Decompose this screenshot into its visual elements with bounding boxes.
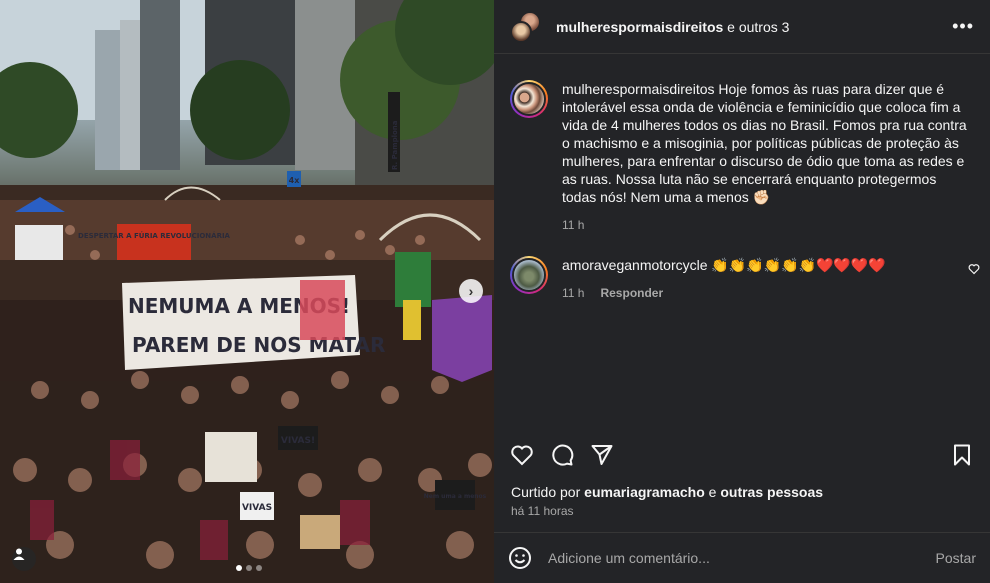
post-header: mulherespormaisdireitos e outros 3 ••• xyxy=(494,0,990,54)
comment-like-button[interactable] xyxy=(968,262,980,280)
post-comment-button[interactable]: Postar xyxy=(936,550,976,566)
send-icon xyxy=(591,445,613,465)
comments-section: mulherespormaisdireitos Hoje fomos às ru… xyxy=(494,66,990,432)
street-sign: R. Pamplona xyxy=(391,120,399,170)
liked-by-text: Curtido por eumariagramacho e outras pes… xyxy=(511,484,823,500)
likes-user[interactable]: eumariagramacho xyxy=(584,484,705,500)
emoji-icon xyxy=(509,547,531,569)
comment-button[interactable] xyxy=(550,443,574,467)
banner-line-2: PAREM DE NOS MATAR xyxy=(132,333,385,357)
carousel-dot xyxy=(236,565,242,571)
comment-body: amoraveganmotorcycle 👏👏👏👏👏👏❤️❤️❤️❤️ 11 h… xyxy=(562,256,974,302)
likes-others[interactable]: outras pessoas xyxy=(720,484,823,500)
avatar xyxy=(512,82,546,116)
collab-avatars[interactable] xyxy=(510,10,542,43)
likes-middle: e xyxy=(704,484,721,500)
reply-button[interactable]: Responder xyxy=(600,284,663,302)
avatar xyxy=(510,20,532,43)
comment-text: 👏👏👏👏👏👏❤️❤️❤️❤️ xyxy=(707,257,886,273)
caption-time[interactable]: 11 h xyxy=(562,216,584,234)
post-side-panel: mulherespormaisdireitos e outros 3 ••• m… xyxy=(494,0,990,583)
chevron-right-icon: › xyxy=(468,283,474,299)
comment-composer: Postar xyxy=(494,532,990,583)
carousel-next-button[interactable]: › xyxy=(459,279,483,303)
header-collaborators[interactable]: e outros 3 xyxy=(723,19,789,35)
bookmark-icon xyxy=(954,444,970,466)
comment-input[interactable] xyxy=(548,550,936,566)
heart-icon xyxy=(968,264,980,275)
caption-text: Hoje fomos às ruas para dizer que é into… xyxy=(562,81,967,205)
small-sign-1: VIVAS! xyxy=(281,436,315,446)
caption-comment: mulherespormaisdireitos Hoje fomos às ru… xyxy=(510,80,974,234)
carousel-dots xyxy=(236,565,262,571)
more-icon: ••• xyxy=(952,16,974,36)
caption-body: mulherespormaisdireitos Hoje fomos às ru… xyxy=(562,80,974,234)
avatar xyxy=(512,258,546,292)
save-button[interactable] xyxy=(950,443,974,467)
heart-icon xyxy=(511,445,533,466)
comment-username[interactable]: amoraveganmotorcycle xyxy=(562,257,708,273)
comment-icon xyxy=(552,444,574,466)
list-item: amoraveganmotorcycle 👏👏👏👏👏👏❤️❤️❤️❤️ 11 h… xyxy=(510,256,974,302)
emoji-button[interactable] xyxy=(508,546,532,570)
comment-time[interactable]: 11 h xyxy=(562,284,584,302)
small-sign-3: Nem uma a menos xyxy=(424,493,487,500)
user-tag-icon xyxy=(13,548,25,560)
comment-meta: 11 h Responder xyxy=(562,284,974,302)
red-banner-text: DESPERTAR A FÚRIA REVOLUCIONÁRIA xyxy=(78,231,231,240)
user-tag-button[interactable] xyxy=(12,547,36,571)
bus-sign: 4x xyxy=(289,176,301,185)
caption-username[interactable]: mulherespormaisdireitos xyxy=(562,81,715,97)
commenter-avatar[interactable] xyxy=(510,256,548,294)
small-sign-2: VIVAS xyxy=(242,503,272,513)
header-title: mulherespormaisdireitos e outros 3 xyxy=(556,19,952,35)
like-button[interactable] xyxy=(510,443,534,467)
post-photo: DESPERTAR A FÚRIA REVOLUCIONÁRIA NEMUMA … xyxy=(0,0,494,583)
carousel-dot xyxy=(246,565,252,571)
protest-crowd-image: DESPERTAR A FÚRIA REVOLUCIONÁRIA NEMUMA … xyxy=(0,0,494,583)
share-button[interactable] xyxy=(590,443,614,467)
header-username[interactable]: mulherespormaisdireitos xyxy=(556,19,723,35)
carousel-dot xyxy=(256,565,262,571)
caption-meta: 11 h xyxy=(562,216,974,234)
more-options-button[interactable]: ••• xyxy=(952,16,974,37)
post-time[interactable]: há 11 horas xyxy=(511,504,574,518)
caption-avatar[interactable] xyxy=(510,80,548,118)
likes-prefix: Curtido por xyxy=(511,484,585,500)
post-actions xyxy=(494,440,990,470)
